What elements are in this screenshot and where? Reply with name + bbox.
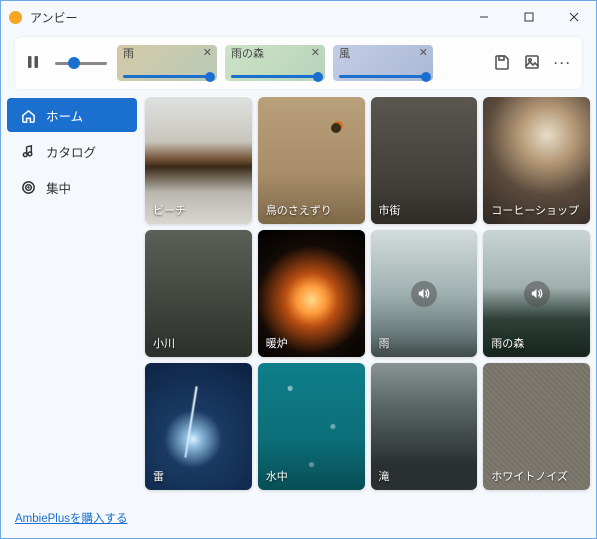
sidebar-item-label: ホーム xyxy=(46,106,83,125)
app-body: ホーム カタログ 集中 AmbiePlusを購入する ビーチ 鳥のさえずり 市街 コー… xyxy=(1,97,596,538)
chip-volume-slider[interactable] xyxy=(123,75,211,78)
app-icon xyxy=(9,11,22,24)
close-button[interactable] xyxy=(551,1,596,33)
card-title: 水中 xyxy=(266,468,288,484)
app-window: アンビー ✕ 雨 ✕ 雨の森 ✕ 風 xyxy=(0,0,597,539)
card-title: 暖炉 xyxy=(266,335,288,351)
sound-card[interactable]: 雷 xyxy=(145,363,252,490)
card-title: ホワイトノイズ xyxy=(491,468,568,484)
slider-thumb[interactable] xyxy=(68,57,80,69)
active-sound-chips: ✕ 雨 ✕ 雨の森 ✕ 風 xyxy=(117,45,480,81)
home-icon xyxy=(21,108,36,123)
sound-card[interactable]: 市街 xyxy=(371,97,478,224)
minimize-button[interactable] xyxy=(461,1,506,33)
sound-card[interactable]: ホワイトノイズ xyxy=(483,363,590,490)
card-title: 雨 xyxy=(379,335,390,351)
more-icon[interactable]: ··· xyxy=(554,56,572,70)
sound-grid: ビーチ 鳥のさえずり 市街 コーヒーショップ小川 暖炉 雨 雨の森雷 水中 滝 ホワイトノイズ xyxy=(145,97,590,490)
sound-card[interactable]: コーヒーショップ xyxy=(483,97,590,224)
titlebar: アンビー xyxy=(1,1,596,33)
card-title: 雨の森 xyxy=(491,335,524,351)
sidebar-item-home[interactable]: ホーム xyxy=(7,98,137,132)
window-title: アンビー xyxy=(30,9,461,26)
volume-icon xyxy=(411,281,437,307)
content-area: ビーチ 鳥のさえずり 市街 コーヒーショップ小川 暖炉 雨 雨の森雷 水中 滝 ホワイトノイズ xyxy=(143,97,596,538)
card-title: 小川 xyxy=(153,335,175,351)
target-icon xyxy=(21,180,36,195)
sidebar-item-focus[interactable]: 集中 xyxy=(7,170,137,204)
picture-icon[interactable] xyxy=(524,54,540,73)
chip-volume-slider[interactable] xyxy=(231,75,319,78)
sound-chip-wind[interactable]: ✕ 風 xyxy=(333,45,433,81)
card-title: 雷 xyxy=(153,468,164,484)
maximize-button[interactable] xyxy=(506,1,551,33)
pause-button[interactable] xyxy=(25,54,41,73)
sidebar-item-label: 集中 xyxy=(46,178,71,197)
close-icon[interactable]: ✕ xyxy=(203,48,212,59)
sound-card[interactable]: 鳥のさえずり xyxy=(258,97,365,224)
sidebar-item-catalog[interactable]: カタログ xyxy=(7,134,137,168)
chip-volume-slider[interactable] xyxy=(339,75,427,78)
volume-icon xyxy=(524,281,550,307)
card-title: 鳥のさえずり xyxy=(266,202,332,218)
master-volume-slider[interactable] xyxy=(55,62,107,65)
toolbar: ✕ 雨 ✕ 雨の森 ✕ 風 ··· xyxy=(15,37,582,89)
window-controls xyxy=(461,1,596,33)
sidebar: ホーム カタログ 集中 AmbiePlusを購入する xyxy=(1,97,143,538)
sound-card[interactable]: 滝 xyxy=(371,363,478,490)
card-title: コーヒーショップ xyxy=(491,202,579,218)
sound-card[interactable]: 小川 xyxy=(145,230,252,357)
save-icon[interactable] xyxy=(494,54,510,73)
close-icon[interactable]: ✕ xyxy=(419,48,428,59)
card-title: ビーチ xyxy=(153,202,186,218)
sound-card[interactable]: 暖炉 xyxy=(258,230,365,357)
chip-label: 雨の森 xyxy=(231,49,319,60)
toolbar-actions: ··· xyxy=(494,54,572,73)
purchase-link[interactable]: AmbiePlusを購入する xyxy=(1,510,143,538)
sound-card[interactable]: 雨 xyxy=(371,230,478,357)
card-title: 滝 xyxy=(379,468,390,484)
sound-chip-rain[interactable]: ✕ 雨 xyxy=(117,45,217,81)
chip-label: 雨 xyxy=(123,49,211,60)
sound-chip-rainforest[interactable]: ✕ 雨の森 xyxy=(225,45,325,81)
music-note-icon xyxy=(21,144,36,159)
sidebar-item-label: カタログ xyxy=(46,142,96,161)
chip-label: 風 xyxy=(339,49,427,60)
card-title: 市街 xyxy=(379,202,401,218)
sound-card[interactable]: 雨の森 xyxy=(483,230,590,357)
sound-card[interactable]: ビーチ xyxy=(145,97,252,224)
close-icon[interactable]: ✕ xyxy=(311,48,320,59)
sound-card[interactable]: 水中 xyxy=(258,363,365,490)
